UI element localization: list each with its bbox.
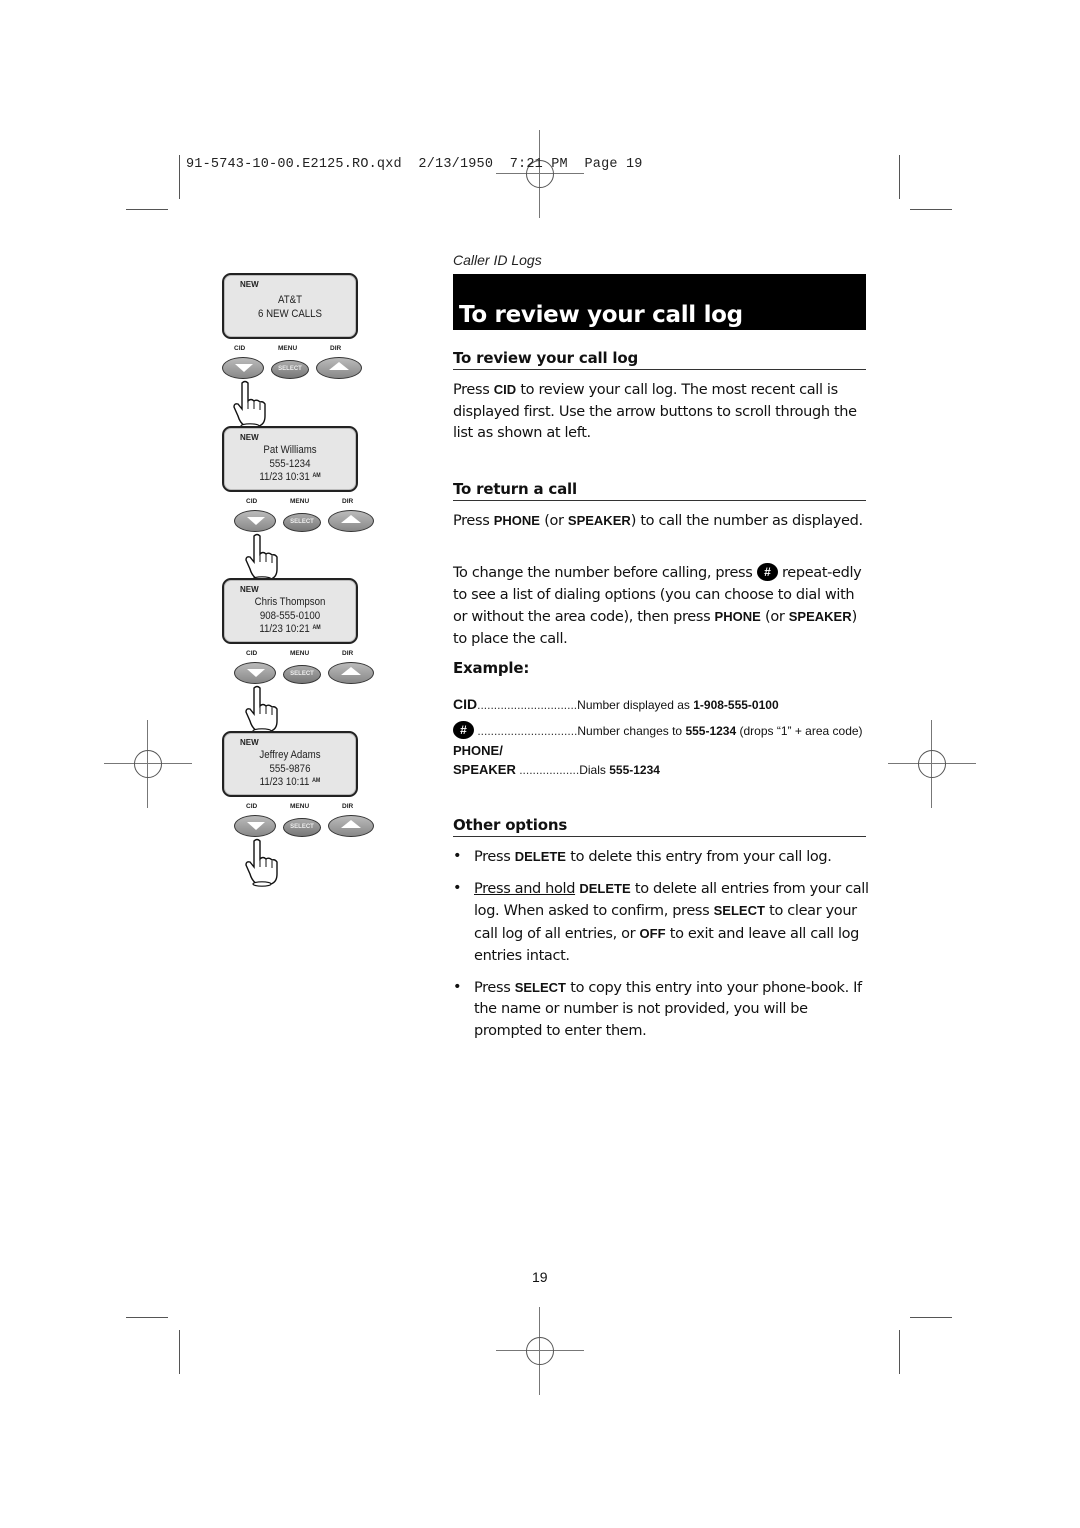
hash-key-icon: # [453,721,474,739]
arrow-down-icon [247,822,265,830]
cid-label: CID [246,803,258,810]
crop-mark [126,1317,168,1318]
select-button[interactable]: SELECT [283,665,321,684]
lcd-screen: NEW Chris Thompson 908-555-0100 11/23 10:2… [222,578,358,644]
registration-mark [496,1307,584,1395]
menu-label: MENU [290,803,310,810]
new-badge: NEW [240,585,259,594]
new-badge: NEW [240,280,259,289]
cid-down-button[interactable] [234,510,276,532]
dir-up-button[interactable] [328,662,374,684]
crop-mark [910,209,952,210]
dir-label: DIR [342,803,354,810]
section-label: Caller ID Logs [453,252,542,268]
registration-mark [496,130,584,218]
lcd-screen: NEW Jeffrey Adams 555-9876 11/23 10:11 AM [222,731,358,797]
menu-label: MENU [278,345,298,352]
page-number: 19 [532,1269,548,1285]
select-button[interactable]: SELECT [283,513,321,532]
pointing-hand-icon [233,380,266,429]
lcd-screen: NEW Pat Williams 555-1234 11/23 10:31 AM [222,426,358,492]
select-button[interactable]: SELECT [283,818,321,837]
phone-display-illustration: NEW Jeffrey Adams 555-9876 11/23 10:11 AM … [222,731,374,887]
dir-up-button[interactable] [328,510,374,532]
cid-label: CID [234,345,246,352]
list-item: • Press DELETE to delete this entry from… [453,848,832,865]
phone-display-illustration: NEW AT&T 6 NEW CALLS CID MENU DIR SELECT [222,273,362,429]
arrow-down-icon [247,517,265,525]
crop-mark [899,1330,900,1374]
arrow-up-icon [329,362,349,370]
cid-down-button[interactable] [222,357,264,379]
file-slug: 91-5743-10-00.E2125.RO.qxd 2/13/1950 7:2… [186,157,643,172]
lcd-text: Chris Thompson 908-555-0100 11/23 10:21 AM [254,596,326,635]
arrow-up-icon [341,515,361,523]
crop-mark [179,155,180,199]
cid-down-button[interactable] [234,815,276,837]
registration-mark [104,720,192,808]
example-row-speaker: SPEAKER ..................Dials 555-1234 [453,762,660,777]
lcd-text: Jeffrey Adams 555-9876 11/23 10:11 AM [259,749,321,788]
lcd-screen: NEW AT&T 6 NEW CALLS [222,273,358,339]
arrow-down-icon [235,364,253,372]
example-row-hash: # ..............................Number c… [453,721,863,739]
pointing-hand-icon [245,685,278,734]
crop-mark [126,209,168,210]
return-paragraph-1: Press PHONE (or SPEAKER) to call the num… [453,513,863,529]
list-item: • Press SELECT to copy this entry into y… [453,978,862,1039]
pointing-hand-icon [245,838,278,887]
dir-label: DIR [342,498,354,505]
arrow-up-icon [341,667,361,675]
phone-display-illustration: NEW Chris Thompson 908-555-0100 11/23 10:2… [222,578,374,734]
list-item: • Press and hold DELETE to delete all en… [453,879,869,964]
menu-label: MENU [290,650,310,657]
review-paragraph: Press CID to review your call log. The m… [453,382,857,442]
new-badge: NEW [240,738,259,747]
cid-label: CID [246,650,258,657]
return-paragraph-2: To change the number before calling, pre… [453,563,862,648]
lcd-text: AT&T 6 NEW CALLS [257,294,323,320]
heading-other-options: Other options [453,816,866,837]
menu-label: MENU [290,498,310,505]
cid-down-button[interactable] [234,662,276,684]
heading-review: To review your call log [453,349,866,370]
crop-mark [910,1317,952,1318]
dir-up-button[interactable] [316,357,362,379]
example-row-cid: CID..............................Number … [453,696,779,712]
dir-up-button[interactable] [328,815,374,837]
example-row-phone: PHONE/ [453,743,503,758]
registration-mark [888,720,976,808]
cid-label: CID [246,498,258,505]
crop-mark [179,1330,180,1374]
title-banner: To review your call log [453,274,866,330]
page-title: To review your call log [459,302,743,328]
phone-display-illustration: NEW Pat Williams 555-1234 11/23 10:31 AM C… [222,426,374,582]
arrow-down-icon [247,669,265,677]
cid-key-label: CID [493,382,517,397]
crop-mark [899,155,900,199]
other-options-list: • Press DELETE to delete this entry from… [453,846,873,1052]
hash-key-icon: # [756,563,778,581]
heading-example: Example: [453,659,530,677]
lcd-text: Pat Williams 555-1234 11/23 10:31 AM [259,444,321,483]
dir-label: DIR [342,650,354,657]
arrow-up-icon [341,820,361,828]
select-button[interactable]: SELECT [271,360,309,379]
new-badge: NEW [240,433,259,442]
dir-label: DIR [330,345,342,352]
pointing-hand-icon [245,533,278,582]
heading-return-call: To return a call [453,480,866,501]
